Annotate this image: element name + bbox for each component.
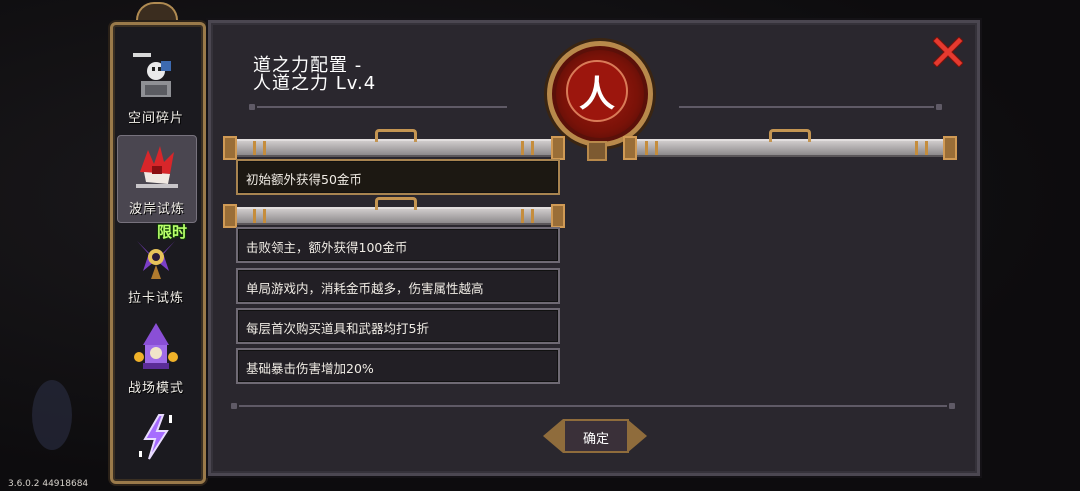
confirm-button-body: 确定 [563, 419, 629, 453]
limited-time-tag: 限时 [157, 223, 188, 241]
effect-text: 击败领主，额外获得100金币 [246, 240, 408, 255]
effect-row: 每层首次购买道具和武器均打5折 [236, 308, 560, 344]
rod-cap [943, 136, 957, 160]
rod-cap [551, 136, 565, 160]
effect-row: 击败领主，额外获得100金币 [236, 227, 560, 263]
sidebar-item-label: 拉卡试炼 [127, 291, 184, 306]
sidebar-item-wave-shore-trial[interactable]: 波岸试炼 [117, 135, 197, 223]
rod-stripe [655, 141, 658, 155]
sidebar-item-label: 战场模式 [127, 381, 184, 396]
title-divider-left [257, 106, 507, 108]
rod-cap [551, 204, 565, 228]
rod-cap [223, 136, 237, 160]
rod-stripe [253, 209, 256, 223]
lightning-rune-icon [139, 414, 172, 460]
bottom-divider [239, 405, 947, 407]
rod-cap [623, 136, 637, 160]
tier1-scroll-rod-right [623, 129, 957, 160]
effect-row: 基础暴击伤害增加20% [236, 348, 560, 384]
confirm-label: 确定 [582, 432, 609, 447]
rod-stripe [253, 141, 256, 155]
bottom-divider-dot [949, 403, 955, 409]
effect-row: 单局游戏内，消耗金币越多，伤害属性越高 [236, 268, 560, 304]
sidebar-item-space-shard[interactable]: 空间碎片 [117, 45, 195, 131]
effect-text: 初始额外获得50金币 [246, 172, 362, 187]
background-sprite [32, 380, 72, 450]
sidebar-item-lightning[interactable] [117, 405, 195, 481]
confirm-left-arrow-icon [543, 419, 563, 453]
rod-stripe [263, 209, 266, 223]
panel-subtitle: 人道之力 Lv.4 [253, 73, 377, 94]
bottom-divider-dot [231, 403, 237, 409]
confirm-button[interactable]: 确定 [541, 415, 649, 455]
effect-text: 基础暴击伤害增加20% [246, 361, 374, 376]
tier2-scroll-rod [223, 197, 565, 228]
effect-row: 初始额外获得50金币 [236, 159, 560, 195]
human-dao-emblem-icon: 人 [547, 41, 653, 147]
effect-text: 每层首次购买道具和武器均打5折 [246, 321, 429, 336]
sidebar-item-label: 波岸试炼 [128, 202, 185, 217]
rod-stripe [263, 141, 266, 155]
dao-power-config-panel: 道之力配置 - 人道之力 Lv.4 人 初始额外获得50金币 击败领主，额外获得… [208, 20, 980, 476]
rod-stripe [521, 141, 524, 155]
red-beast-icon [136, 146, 178, 188]
rod-handle [375, 197, 417, 210]
sidebar-item-label: 空间碎片 [127, 111, 184, 126]
title-divider-right [679, 106, 934, 108]
sidebar-item-battlefield-mode[interactable]: 战场模式 [117, 315, 195, 401]
sidebar-item-laka-trial[interactable]: 限时 拉卡试炼 [117, 223, 195, 311]
rod-handle [769, 129, 811, 142]
rod-stripe [531, 141, 534, 155]
rod-stripe [925, 141, 928, 155]
confirm-right-arrow-icon [627, 419, 647, 453]
rod-stripe [531, 209, 534, 223]
close-icon[interactable] [933, 37, 963, 67]
mode-sidebar: 空间碎片 波岸试炼 限时 拉卡试炼 战场模式 [110, 22, 206, 484]
version-label: 3.6.0.2 44918684 [8, 479, 89, 489]
tier1-scroll-rod [223, 129, 565, 160]
rod-stripe [645, 141, 648, 155]
game-screen: 空间碎片 波岸试炼 限时 拉卡试炼 战场模式 道之力配置 - 人道之力 Lv.4… [0, 0, 1080, 491]
title-divider-dot [936, 104, 942, 110]
title-divider-dot [249, 104, 255, 110]
rod-stripe [915, 141, 918, 155]
space-shard-icon [133, 53, 171, 97]
rod-stripe [521, 209, 524, 223]
rod-handle [375, 129, 417, 142]
effect-text: 单局游戏内，消耗金币越多，伤害属性越高 [246, 281, 484, 296]
rod-cap [223, 204, 237, 228]
emblem-stand [587, 141, 607, 161]
wizard-icon [134, 323, 178, 369]
emblem-glyph: 人 [566, 60, 628, 122]
